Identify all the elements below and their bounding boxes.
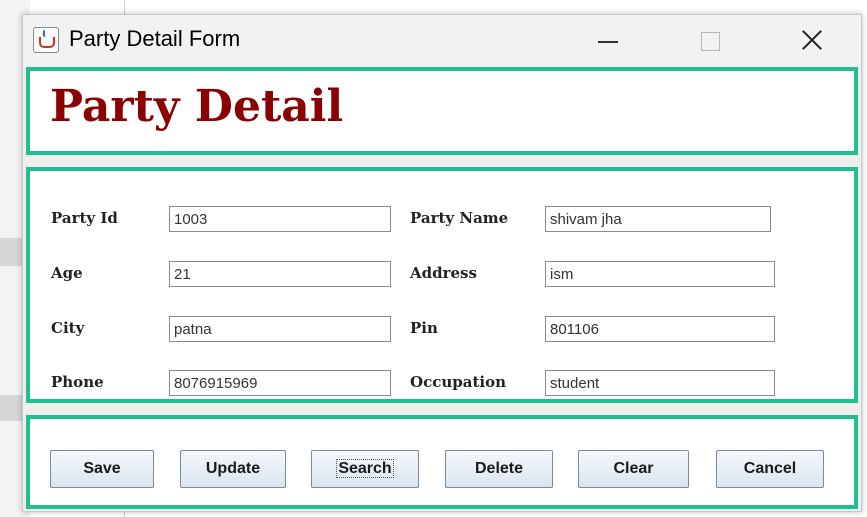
party-name-label: Party Name — [410, 209, 509, 227]
header-panel: Party Detail — [26, 67, 858, 155]
address-field[interactable] — [545, 261, 775, 287]
clear-button[interactable]: Clear — [578, 450, 689, 488]
minimize-icon[interactable] — [587, 19, 627, 61]
search-button-label: Search — [336, 459, 394, 478]
form-panel: Party Id Party Name Age Address City Pin… — [26, 167, 858, 403]
pin-field[interactable] — [545, 316, 775, 342]
page-title: Party Detail — [50, 81, 344, 132]
button-panel: Save Update Search Delete Clear Cancel — [26, 415, 858, 509]
city-field[interactable] — [169, 316, 391, 342]
party-id-label: Party Id — [51, 209, 118, 227]
party-name-field[interactable] — [545, 206, 771, 232]
party-detail-window: Party Detail Form Party Detail Party Id … — [22, 14, 862, 512]
save-button[interactable]: Save — [50, 450, 154, 488]
party-id-field[interactable] — [169, 206, 391, 232]
phone-label: Phone — [51, 373, 104, 391]
age-field[interactable] — [169, 261, 391, 287]
close-icon[interactable] — [791, 19, 831, 61]
age-label: Age — [51, 264, 83, 282]
java-cup-icon[interactable] — [33, 27, 59, 53]
phone-field[interactable] — [169, 370, 391, 396]
occupation-label: Occupation — [410, 373, 506, 391]
occupation-field[interactable] — [545, 370, 775, 396]
city-label: City — [51, 319, 85, 337]
maximize-icon[interactable] — [690, 19, 730, 61]
cancel-button[interactable]: Cancel — [716, 450, 824, 488]
pin-label: Pin — [410, 319, 438, 337]
window-title: Party Detail Form — [69, 26, 241, 51]
update-button[interactable]: Update — [180, 450, 286, 488]
search-button[interactable]: Search — [311, 450, 419, 488]
delete-button[interactable]: Delete — [445, 450, 553, 488]
title-bar[interactable]: Party Detail Form — [23, 15, 861, 67]
address-label: Address — [410, 264, 477, 282]
